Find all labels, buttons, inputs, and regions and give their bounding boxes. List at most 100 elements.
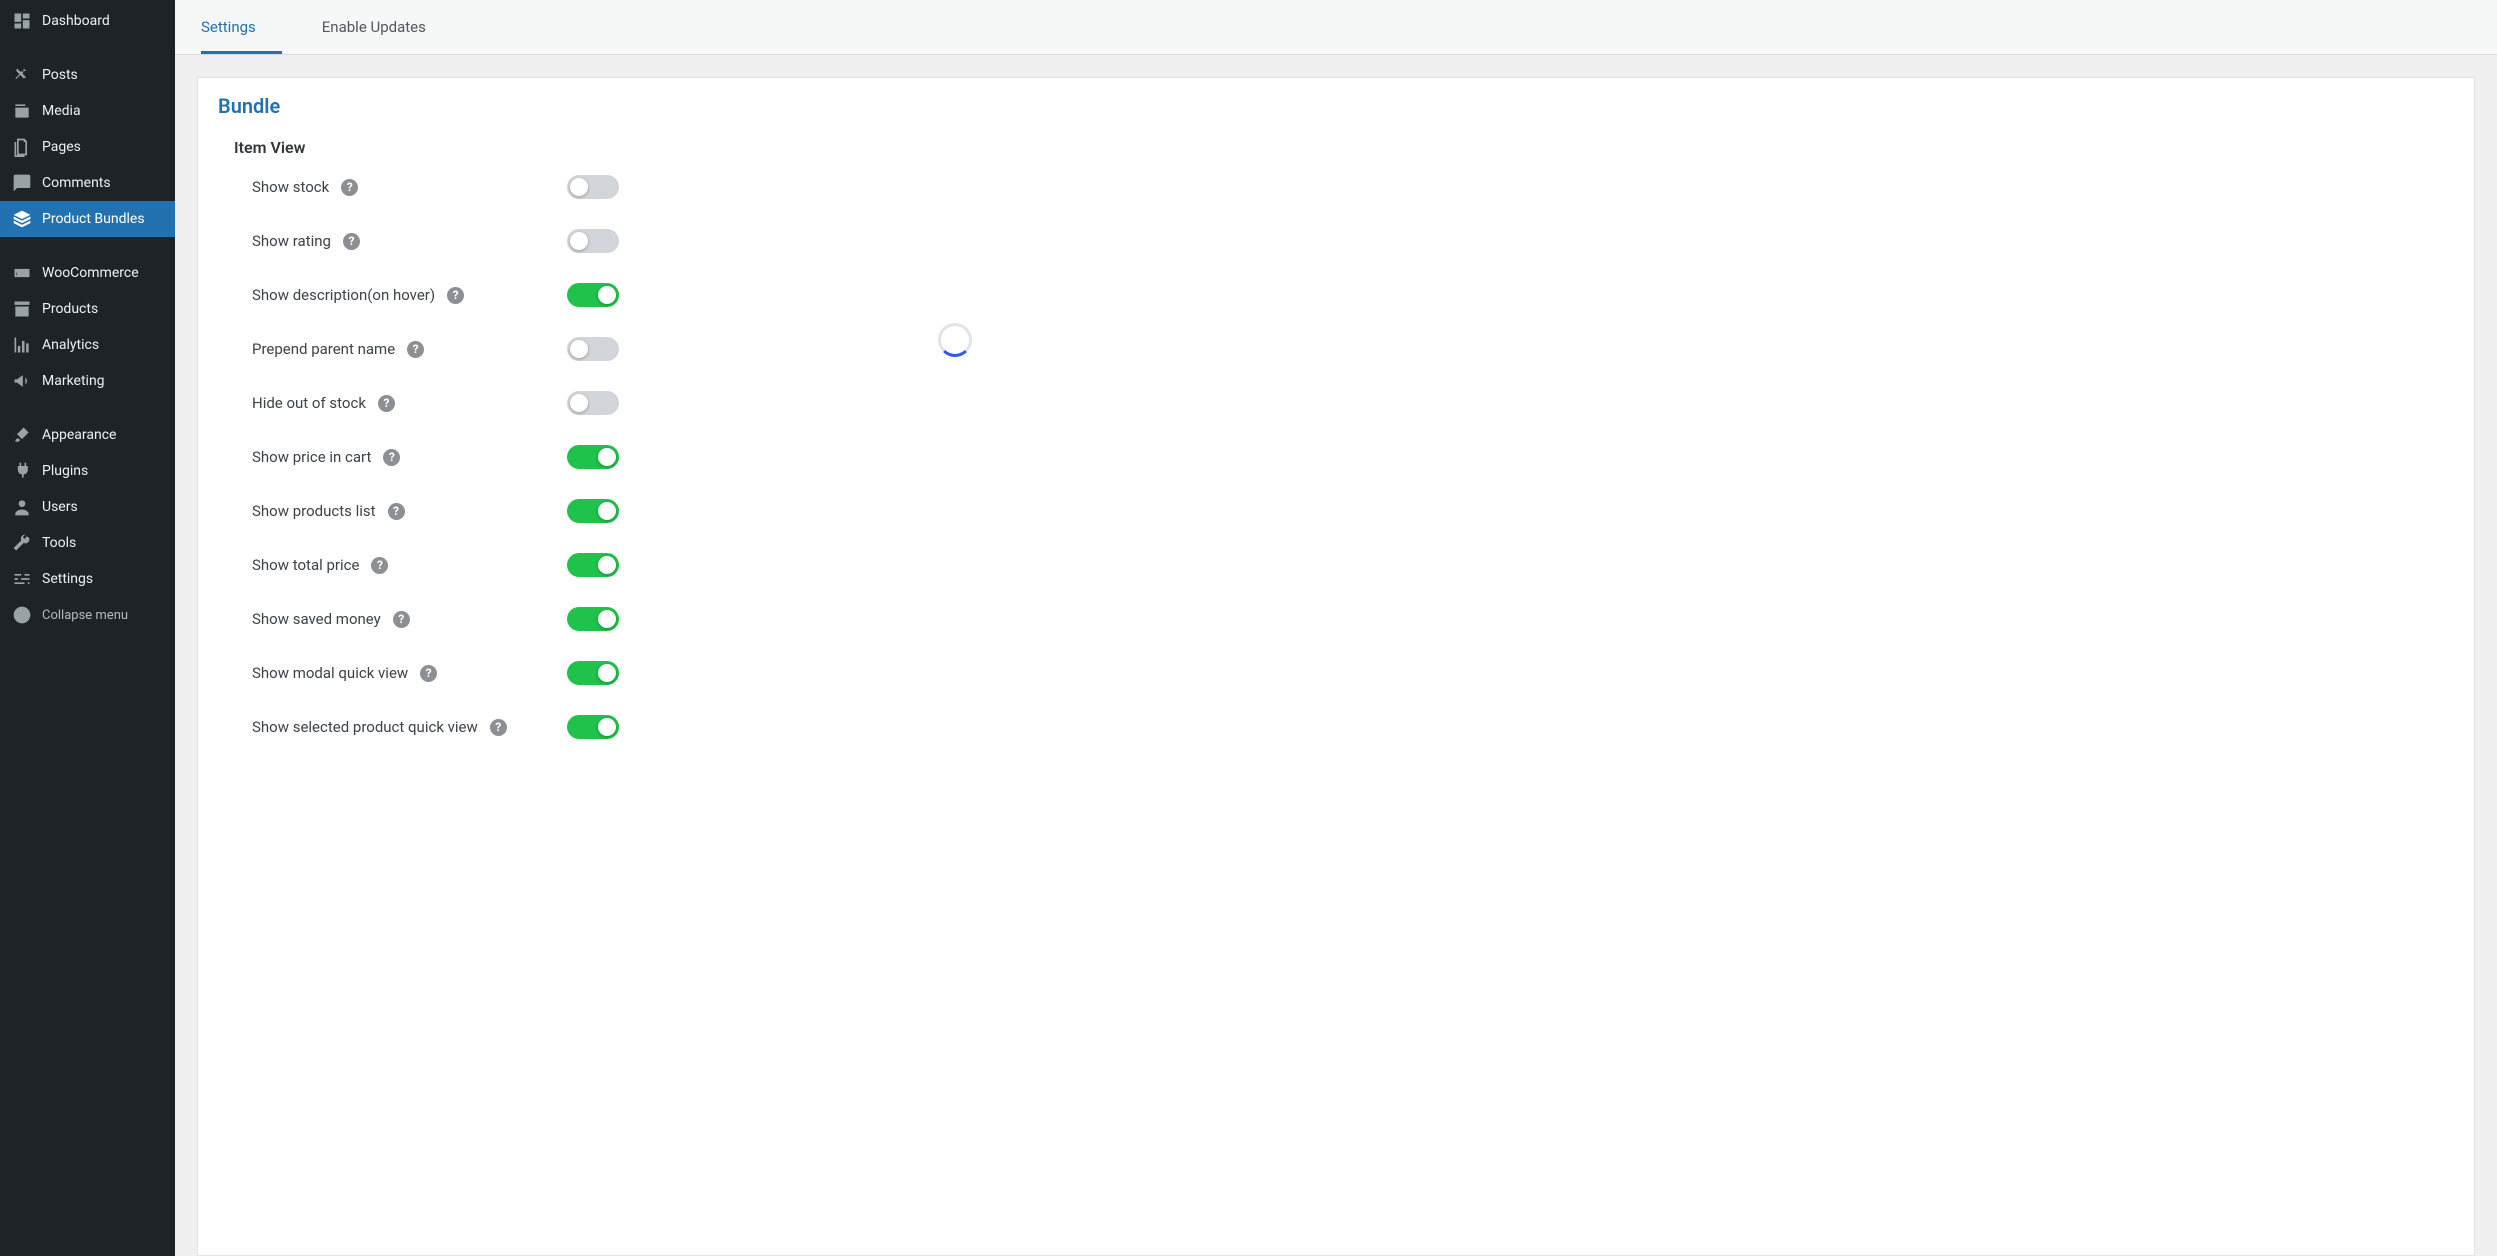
- toggle-knob: [570, 178, 588, 196]
- setting-label-text: Show stock: [252, 178, 329, 196]
- sidebar-item-marketing[interactable]: Marketing: [0, 363, 175, 399]
- toggle-show-price-in-cart[interactable]: [567, 445, 619, 469]
- sidebar-item-label: Marketing: [42, 373, 105, 389]
- setting-label: Show price in cart ?: [252, 448, 567, 466]
- toggle-show-selected-product-quick-view[interactable]: [567, 715, 619, 739]
- help-icon[interactable]: ?: [420, 665, 437, 682]
- archive-icon: [12, 299, 32, 319]
- section-title: Bundle: [218, 94, 2454, 118]
- toggle-knob: [598, 610, 616, 628]
- setting-label: Show description(on hover) ?: [252, 286, 567, 304]
- setting-label: Show products list ?: [252, 502, 567, 520]
- sidebar-item-label: Analytics: [42, 337, 99, 353]
- setting-label-text: Show modal quick view: [252, 664, 408, 682]
- help-icon[interactable]: ?: [490, 719, 507, 736]
- toggle-knob: [598, 556, 616, 574]
- help-icon[interactable]: ?: [393, 611, 410, 628]
- help-icon[interactable]: ?: [341, 179, 358, 196]
- setting-row: Prepend parent name ?: [218, 337, 2454, 361]
- sidebar-item-label: Collapse menu: [42, 608, 128, 623]
- help-icon[interactable]: ?: [378, 395, 395, 412]
- sidebar-item-appearance[interactable]: Appearance: [0, 417, 175, 453]
- sidebar-item-label: Products: [42, 301, 98, 317]
- sidebar-item-label: Product Bundles: [42, 211, 145, 227]
- sidebar-item-media[interactable]: Media: [0, 93, 175, 129]
- toggle-show-stock[interactable]: [567, 175, 619, 199]
- subsection-title: Item View: [234, 138, 2454, 157]
- comment-icon: [12, 173, 32, 193]
- sidebar-item-label: Posts: [42, 67, 78, 83]
- setting-label: Show rating ?: [252, 232, 567, 250]
- tab-enable-updates[interactable]: Enable Updates: [322, 0, 452, 54]
- setting-label: Show total price ?: [252, 556, 567, 574]
- sidebar-item-plugins[interactable]: Plugins: [0, 453, 175, 489]
- sidebar-item-dashboard[interactable]: Dashboard: [0, 3, 175, 39]
- setting-label: Show selected product quick view ?: [252, 718, 567, 736]
- sidebar-item-settings[interactable]: Settings: [0, 561, 175, 597]
- help-icon[interactable]: ?: [371, 557, 388, 574]
- admin-sidebar: Dashboard Posts Media Pages Comments Pro…: [0, 0, 175, 1256]
- sliders-icon: [12, 569, 32, 589]
- sidebar-item-tools[interactable]: Tools: [0, 525, 175, 561]
- toggle-show-rating[interactable]: [567, 229, 619, 253]
- brush-icon: [12, 425, 32, 445]
- help-icon[interactable]: ?: [343, 233, 360, 250]
- sidebar-item-collapse[interactable]: Collapse menu: [0, 597, 175, 633]
- toggle-show-description[interactable]: [567, 283, 619, 307]
- chart-icon: [12, 335, 32, 355]
- toggle-show-modal-quick-view[interactable]: [567, 661, 619, 685]
- sidebar-item-label: Dashboard: [42, 13, 110, 29]
- toggle-knob: [570, 394, 588, 412]
- sidebar-item-pages[interactable]: Pages: [0, 129, 175, 165]
- toggle-knob: [598, 502, 616, 520]
- setting-row: Show price in cart ?: [218, 445, 2454, 469]
- setting-label-text: Show total price: [252, 556, 359, 574]
- toggle-knob: [570, 340, 588, 358]
- sidebar-item-label: Settings: [42, 571, 93, 587]
- toggle-show-total-price[interactable]: [567, 553, 619, 577]
- toggle-hide-out-of-stock[interactable]: [567, 391, 619, 415]
- sidebar-item-label: Appearance: [42, 427, 116, 443]
- sidebar-item-product-bundles[interactable]: Product Bundles: [0, 201, 175, 237]
- settings-panel: Bundle Item View Show stock ? Show ratin…: [197, 77, 2475, 1256]
- layers-icon: [12, 209, 32, 229]
- media-icon: [12, 101, 32, 121]
- setting-label: Show modal quick view ?: [252, 664, 567, 682]
- sidebar-item-label: Pages: [42, 139, 81, 155]
- sidebar-item-comments[interactable]: Comments: [0, 165, 175, 201]
- help-icon[interactable]: ?: [447, 287, 464, 304]
- toggle-knob: [598, 448, 616, 466]
- sidebar-item-label: Media: [42, 103, 81, 119]
- pages-icon: [12, 137, 32, 157]
- sidebar-item-posts[interactable]: Posts: [0, 57, 175, 93]
- setting-label-text: Show products list: [252, 502, 376, 520]
- sidebar-item-woocommerce[interactable]: WooCommerce: [0, 255, 175, 291]
- toggle-knob: [598, 286, 616, 304]
- setting-label: Show stock ?: [252, 178, 567, 196]
- sidebar-item-analytics[interactable]: Analytics: [0, 327, 175, 363]
- setting-label: Prepend parent name ?: [252, 340, 567, 358]
- setting-row: Hide out of stock ?: [218, 391, 2454, 415]
- setting-label-text: Show description(on hover): [252, 286, 435, 304]
- loading-spinner: [938, 323, 972, 357]
- toggle-knob: [570, 232, 588, 250]
- toggle-prepend-parent-name[interactable]: [567, 337, 619, 361]
- toggle-show-saved-money[interactable]: [567, 607, 619, 631]
- pin-icon: [12, 65, 32, 85]
- setting-row: Show selected product quick view ?: [218, 715, 2454, 739]
- tab-settings[interactable]: Settings: [201, 0, 282, 54]
- help-icon[interactable]: ?: [388, 503, 405, 520]
- help-icon[interactable]: ?: [383, 449, 400, 466]
- setting-label-text: Show rating: [252, 232, 331, 250]
- help-icon[interactable]: ?: [407, 341, 424, 358]
- toggle-show-products-list[interactable]: [567, 499, 619, 523]
- collapse-icon: [12, 605, 32, 625]
- setting-row: Show rating ?: [218, 229, 2454, 253]
- setting-label-text: Hide out of stock: [252, 394, 366, 412]
- setting-label-text: Show price in cart: [252, 448, 371, 466]
- sidebar-item-users[interactable]: Users: [0, 489, 175, 525]
- users-icon: [12, 497, 32, 517]
- sidebar-item-products[interactable]: Products: [0, 291, 175, 327]
- toggle-knob: [598, 664, 616, 682]
- setting-label: Show saved money ?: [252, 610, 567, 628]
